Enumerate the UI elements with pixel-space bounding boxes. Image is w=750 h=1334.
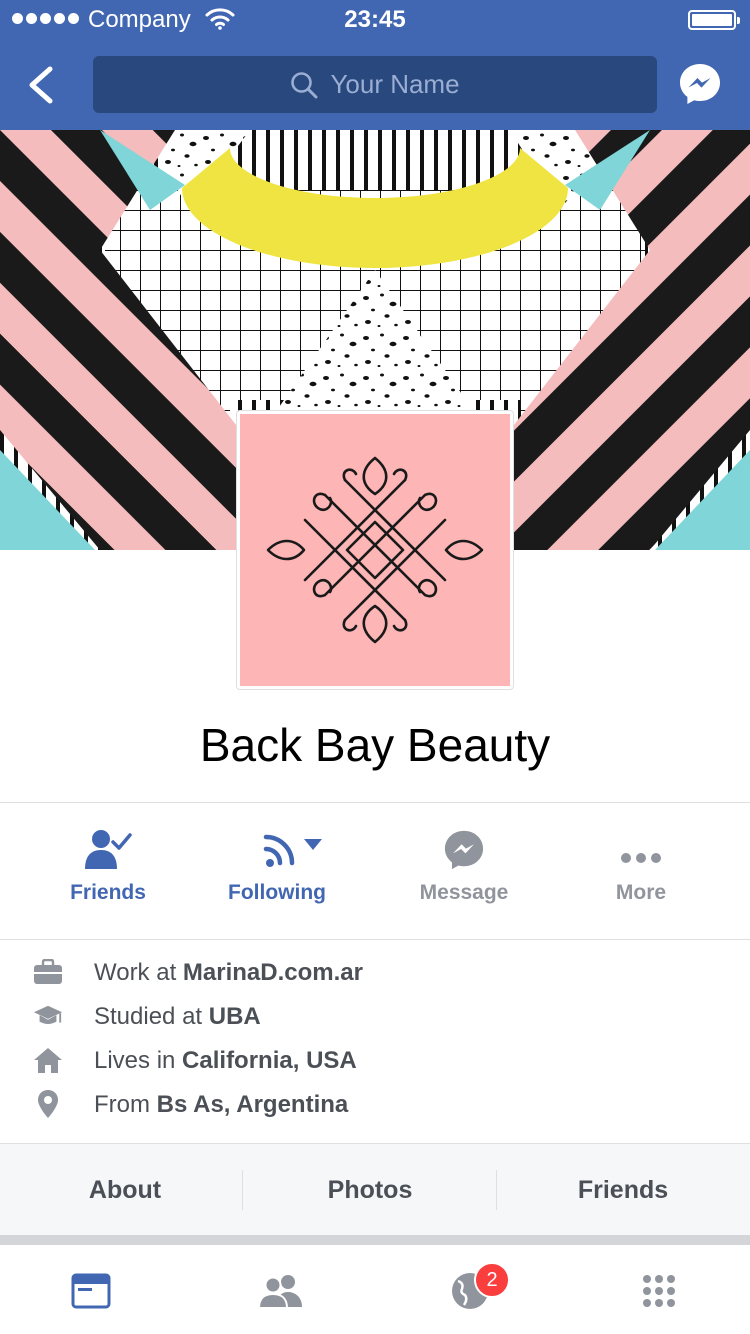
header: Company 23:45 Your Name [0,0,750,130]
tab-about[interactable]: About [0,1144,250,1236]
tab-news-feed[interactable] [67,1267,115,1315]
tab-photos[interactable]: Photos [245,1144,495,1236]
more-button[interactable]: More [566,829,716,919]
status-bar: Company 23:45 [0,0,750,40]
intro-work[interactable]: Work at MarinaD.com.ar [0,949,750,993]
intro-education[interactable]: Studied at UBA [0,993,750,1037]
chevron-left-icon [29,66,53,104]
status-time: 23:45 [344,6,406,33]
following-label: Following [228,881,326,904]
graduation-cap-icon [33,1005,63,1024]
messenger-icon [444,830,484,870]
dropdown-caret-icon [304,839,322,850]
friend-requests-icon [258,1275,302,1309]
briefcase-icon [34,959,62,984]
tab-friend-requests[interactable] [257,1267,305,1315]
tab-separator [242,1170,243,1210]
section-separator [0,1235,750,1245]
more-label: More [615,881,667,904]
battery-icon [688,10,740,30]
friends-button[interactable]: Friends [33,829,183,919]
rss-follow-icon [263,834,322,867]
profile-picture[interactable] [236,410,514,690]
search-icon [291,71,318,98]
more-dots-icon [621,853,661,863]
menu-grid-icon [643,1275,675,1307]
tab-separator [496,1170,497,1210]
notification-badge: 2 [474,1262,510,1298]
home-icon [34,1048,62,1073]
message-button[interactable]: Message [389,829,539,919]
search-input[interactable]: Your Name [93,56,657,113]
back-button[interactable] [16,54,68,114]
page-title: Back Bay Beauty [199,719,551,771]
nav-bar: Your Name [0,40,750,130]
bottom-tab-bar: 2 [0,1245,750,1334]
friends-label: Friends [70,881,146,904]
search-placeholder: Your Name [330,69,460,99]
tab-menu[interactable] [635,1267,683,1315]
action-bar: Friends Following Message More [0,803,750,940]
following-button[interactable]: Following [202,829,352,919]
messenger-button[interactable] [678,62,722,106]
knot-logo-icon [266,456,484,644]
location-pin-icon [38,1090,58,1118]
divider [0,939,750,940]
intro-text: Studied at UBA [94,1003,261,1030]
news-feed-icon [71,1273,111,1309]
profile-tabs: About Photos Friends [0,1143,750,1235]
messenger-icon [680,64,720,104]
brand-logo [240,414,510,686]
intro-text: Work at MarinaD.com.ar [94,959,363,986]
friends-check-icon [85,830,132,869]
tab-friends[interactable]: Friends [498,1144,748,1236]
intro-text: Lives in California, USA [94,1047,357,1074]
message-label: Message [419,881,509,904]
intro-text: From Bs As, Argentina [94,1091,349,1118]
intro-lives[interactable]: Lives in California, USA [0,1037,750,1081]
intro-from[interactable]: From Bs As, Argentina [0,1081,750,1125]
